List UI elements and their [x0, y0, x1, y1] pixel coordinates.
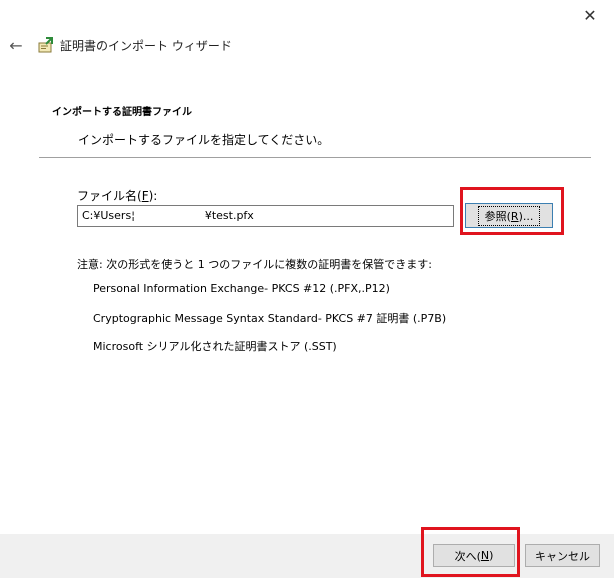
format-item-p7b: Cryptographic Message Syntax Standard- P… — [93, 312, 447, 325]
formats-note: 注意: 次の形式を使うと 1 つのファイルに複数の証明書を保管できます: — [77, 258, 432, 271]
file-name-input[interactable]: C:¥Users¦ ¥test.pfx — [77, 205, 454, 227]
format-item-pfx: Personal Information Exchange- PKCS #12 … — [93, 282, 390, 295]
back-button[interactable]: ← — [6, 36, 26, 56]
close-icon: ✕ — [583, 5, 597, 25]
cancel-button[interactable]: キャンセル — [525, 544, 600, 567]
footer-bar — [0, 534, 614, 578]
next-highlight-box — [421, 527, 520, 577]
back-arrow-icon: ← — [9, 36, 23, 55]
section-subtitle: インポートするファイルを指定してください。 — [78, 133, 330, 147]
wizard-title: 証明書のインポート ウィザード — [60, 39, 232, 53]
file-name-label: ファイル名(F): — [77, 189, 158, 203]
close-button[interactable]: ✕ — [566, 0, 614, 30]
format-item-sst: Microsoft シリアル化された証明書ストア (.SST) — [93, 340, 337, 353]
browse-highlight-box — [460, 187, 564, 235]
section-title: インポートする証明書ファイル — [52, 107, 192, 118]
certificate-wizard-icon — [38, 37, 53, 53]
divider — [39, 157, 591, 158]
